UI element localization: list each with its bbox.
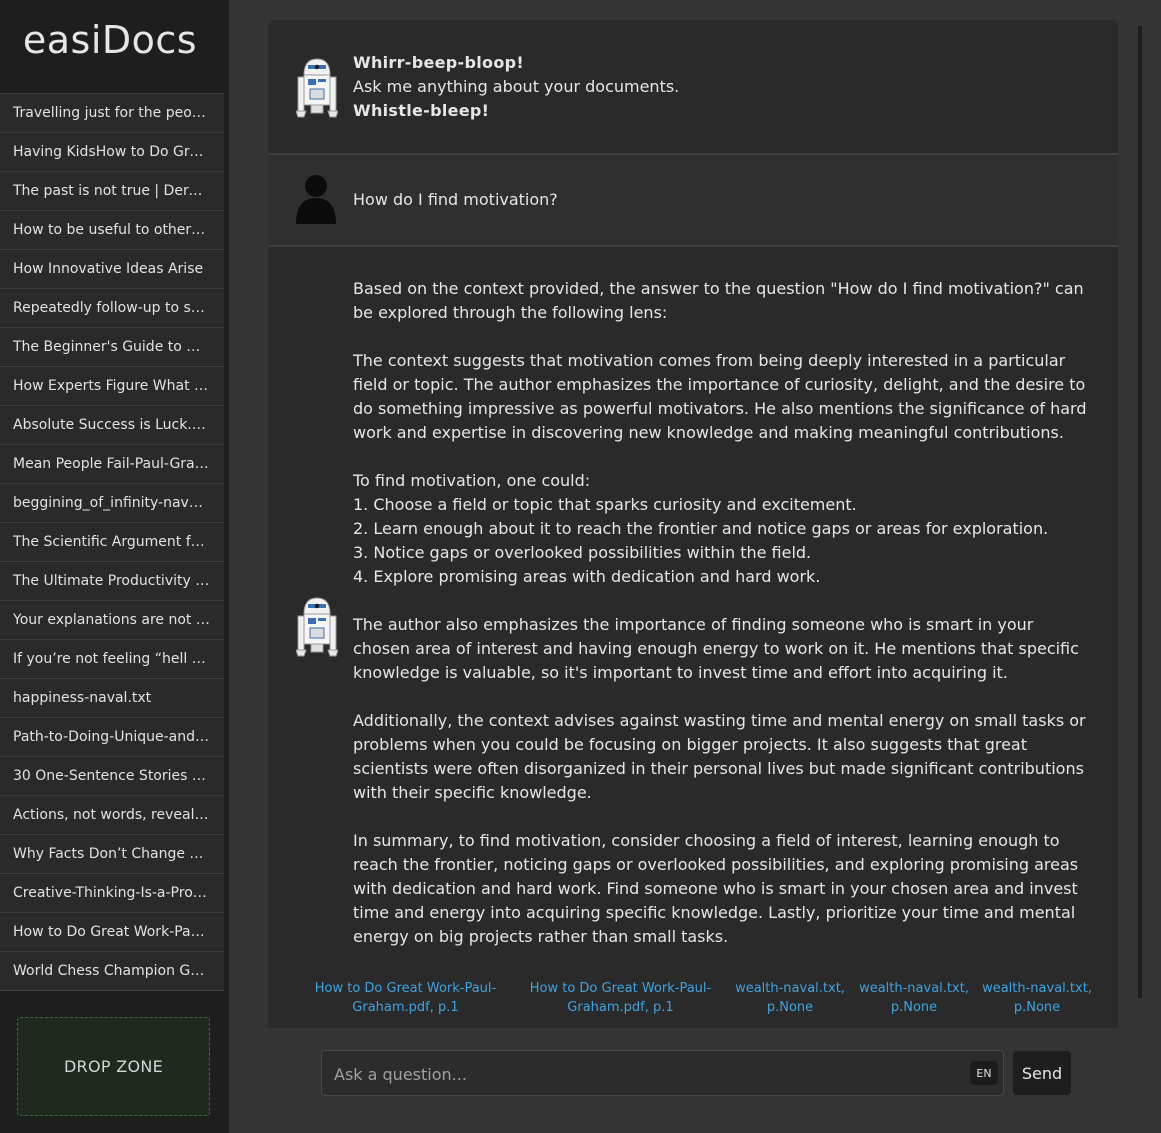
source-link-line: How to Do Great Work-Paul- <box>314 981 497 996</box>
document-item[interactable]: The Ultimate Productivity Hack <box>0 562 224 601</box>
source-link-line: p.None <box>766 1000 814 1015</box>
user-message: How do I find motivation? <box>268 155 1118 247</box>
bot-welcome-message: Whirr-beep-bloop! Ask me anything about … <box>268 20 1118 155</box>
source-link[interactable]: wealth-naval.txt, p.None <box>975 979 1099 1017</box>
document-item[interactable]: World Chess Champion Garry Kasparov <box>0 952 224 991</box>
source-link[interactable]: How to Do Great Work-Paul- Graham.pdf, p… <box>308 979 503 1017</box>
document-item[interactable]: 30 One-Sentence Stories From People <box>0 757 224 796</box>
welcome-line-2: Ask me anything about your documents. <box>353 77 680 96</box>
answer-list-item: 3. Notice gaps or overlooked possibiliti… <box>353 543 812 562</box>
answer-list: To find motivation, one could: 1. Choose… <box>353 469 1088 589</box>
document-item[interactable]: The Scientific Argument for Mastering On… <box>0 523 224 562</box>
source-link[interactable]: wealth-naval.txt, p.None <box>728 979 852 1017</box>
document-item[interactable]: Actions, not words, reveal our real valu… <box>0 796 224 835</box>
source-link[interactable]: How to Do Great Work-Paul- Graham.pdf, p… <box>523 979 718 1017</box>
document-item[interactable]: Absolute Success is Luck. Relative Succe… <box>0 406 224 445</box>
bot-answer-message: Based on the context provided, the answe… <box>268 247 1118 1028</box>
source-link-line: wealth-naval.txt, <box>982 981 1092 996</box>
document-item[interactable]: Your explanations are not true <box>0 601 224 640</box>
robot-icon <box>296 597 338 657</box>
document-item[interactable]: How Experts Figure What to Focus On <box>0 367 224 406</box>
source-links: How to Do Great Work-Paul- Graham.pdf, p… <box>308 979 1098 1019</box>
source-link-line: Graham.pdf, p.1 <box>567 1000 674 1015</box>
source-link[interactable]: wealth-naval.txt, p.None <box>852 979 976 1017</box>
answer-paragraph: Additionally, the context advises agains… <box>353 711 1086 802</box>
source-link-line: wealth-naval.txt, <box>859 981 969 996</box>
document-item[interactable]: How Innovative Ideas Arise <box>0 250 224 289</box>
answer-paragraph: The author also emphasizes the importanc… <box>353 615 1079 682</box>
source-link-line: p.None <box>890 1000 938 1015</box>
document-item[interactable]: beggining_of_infinity-naval.txt <box>0 484 224 523</box>
document-item[interactable]: The Beginner's Guide to Deep Work <box>0 328 224 367</box>
document-item[interactable]: Repeatedly follow-up to show you care <box>0 289 224 328</box>
document-item[interactable]: The past is not true | Derek Sivers <box>0 172 224 211</box>
document-item[interactable]: Travelling just for the people | Naval <box>0 94 224 133</box>
answer-list-item: 4. Explore promising areas with dedicati… <box>353 567 821 586</box>
answer-list-intro: To find motivation, one could: <box>353 471 591 490</box>
answer-text: Based on the context provided, the answe… <box>353 277 1088 949</box>
document-item[interactable]: Creative-Thinking-Is-a-Process <box>0 874 224 913</box>
document-item[interactable]: Mean People Fail-Paul-Graham <box>0 445 224 484</box>
welcome-line-3: Whistle-bleep! <box>353 101 490 120</box>
answer-list-item: 1. Choose a field or topic that sparks c… <box>353 495 857 514</box>
source-link-line: How to Do Great Work-Paul- <box>529 981 712 996</box>
document-item[interactable]: Why Facts Don’t Change Our Minds <box>0 835 224 874</box>
document-item[interactable]: How to Do Great Work-Paul-Graham <box>0 913 224 952</box>
document-item[interactable]: If you’re not feeling “hell yeah!” then … <box>0 640 224 679</box>
user-question: How do I find motivation? <box>353 190 558 209</box>
answer-paragraph: Based on the context provided, the answe… <box>353 279 1084 322</box>
answer-paragraph: In summary, to find motivation, consider… <box>353 831 1079 946</box>
chat-panel: Whirr-beep-bloop! Ask me anything about … <box>268 20 1118 1028</box>
document-item[interactable]: Having KidsHow to Do Great Work-Paul-Gra… <box>0 133 224 172</box>
document-list: Travelling just for the people | Naval H… <box>0 93 224 991</box>
user-icon <box>296 175 336 224</box>
welcome-line-1: Whirr-beep-bloop! <box>353 53 524 72</box>
sidebar: easiDocs Travelling just for the people … <box>0 0 229 1133</box>
answer-paragraph: The context suggests that motivation com… <box>353 351 1087 442</box>
document-item[interactable]: happiness-naval.txt <box>0 679 224 718</box>
question-input[interactable] <box>332 1051 966 1097</box>
chat-scrollbar[interactable] <box>1138 26 1142 998</box>
drop-zone[interactable]: DROP ZONE <box>17 1017 210 1116</box>
answer-list-item: 2. Learn enough about it to reach the fr… <box>353 519 1049 538</box>
send-button[interactable]: Send <box>1013 1051 1071 1095</box>
app-logo: easiDocs <box>22 18 198 62</box>
question-input-box: EN <box>321 1050 1004 1097</box>
source-link-line: Graham.pdf, p.1 <box>352 1000 459 1015</box>
robot-icon <box>296 58 338 118</box>
source-link-line: p.None <box>1013 1000 1061 1015</box>
welcome-text: Whirr-beep-bloop! Ask me anything about … <box>353 51 679 123</box>
document-item[interactable]: Path-to-Doing-Unique-and-Great-Work <box>0 718 224 757</box>
document-item[interactable]: How to be useful to others | Paul Graham <box>0 211 224 250</box>
language-badge[interactable]: EN <box>970 1061 998 1085</box>
source-link-line: wealth-naval.txt, <box>735 981 845 996</box>
